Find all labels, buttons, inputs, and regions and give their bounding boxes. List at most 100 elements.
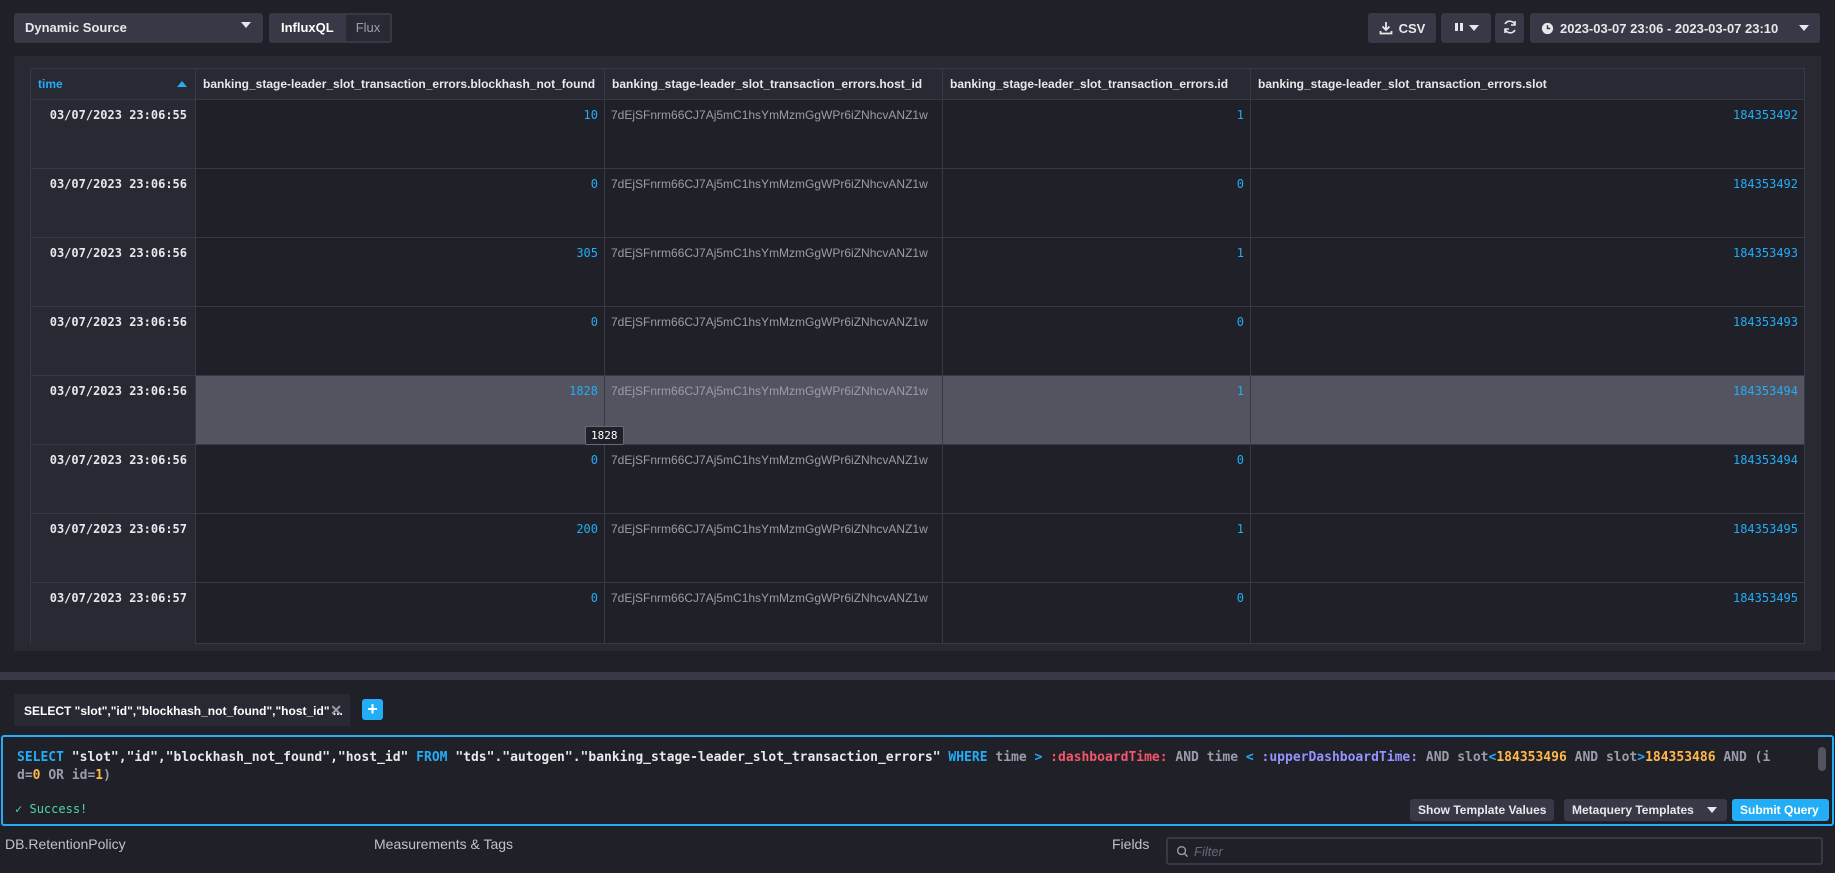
table-cell-id[interactable]: 0: [943, 445, 1251, 514]
cell-value-tooltip: 1828: [585, 426, 624, 445]
table-cell-host-id[interactable]: 7dEjSFnrm66CJ7Aj5mC1hsYmMzmGgWPr6iZNhcvA…: [605, 583, 943, 644]
op-gt: >: [1637, 750, 1646, 765]
table-cell-slot[interactable]: 184353494: [1251, 445, 1804, 514]
metaquery-templates-dropdown[interactable]: Metaquery Templates: [1564, 799, 1727, 821]
op-eq: =: [24, 768, 33, 783]
table-cell-blockhash-not-found[interactable]: 305: [196, 238, 605, 307]
tab-influxql[interactable]: InfluxQL: [269, 13, 346, 43]
template-var-upper-dashboard-time: :upperDashboardTime:: [1261, 750, 1419, 765]
table-cell-slot[interactable]: 184353494: [1251, 376, 1804, 445]
sort-ascending-icon: [177, 81, 187, 87]
tab-flux[interactable]: Flux: [345, 13, 393, 43]
measurement-name: "tds"."autogen"."banking_stage-leader_sl…: [455, 750, 941, 765]
results-panel: time banking_stage-leader_slot_transacti…: [14, 56, 1821, 651]
table-cell-blockhash-not-found[interactable]: 0: [196, 307, 605, 376]
kw-and: AND: [1574, 750, 1599, 765]
table-cell-time: 03/07/2023 23:06:56: [31, 307, 196, 376]
source-dropdown[interactable]: Dynamic Source: [14, 13, 263, 43]
results-table: time banking_stage-leader_slot_transacti…: [30, 68, 1805, 644]
kw-slot: slot: [1605, 750, 1638, 765]
table-cell-time: 03/07/2023 23:06:57: [31, 514, 196, 583]
table-cell-host-id[interactable]: 7dEjSFnrm66CJ7Aj5mC1hsYmMzmGgWPr6iZNhcvA…: [605, 100, 943, 169]
kw-slot: slot: [1457, 750, 1489, 765]
resize-handle[interactable]: [0, 672, 1835, 680]
table-cell-host-id[interactable]: 7dEjSFnrm66CJ7Aj5mC1hsYmMzmGgWPr6iZNhcvA…: [605, 238, 943, 307]
select-fields: "slot","id","blockhash_not_found","host_…: [71, 750, 409, 765]
kw-and: AND: [1425, 750, 1450, 765]
table-cell-id[interactable]: 0: [943, 307, 1251, 376]
column-header-blockhash-not-found[interactable]: banking_stage-leader_slot_transaction_er…: [196, 69, 605, 100]
editor-scrollbar[interactable]: [1818, 747, 1826, 771]
table-cell-host-id[interactable]: 7dEjSFnrm66CJ7Aj5mC1hsYmMzmGgWPr6iZNhcvA…: [605, 514, 943, 583]
table-cell-id[interactable]: 1: [943, 238, 1251, 307]
table-cell-time: 03/07/2023 23:06:56: [31, 376, 196, 445]
caret-down-icon: [1799, 25, 1809, 31]
table-cell-blockhash-not-found[interactable]: 0: [196, 445, 605, 514]
table-cell-host-id[interactable]: 7dEjSFnrm66CJ7Aj5mC1hsYmMzmGgWPr6iZNhcvA…: [605, 169, 943, 238]
num-literal: 184353496: [1496, 750, 1567, 765]
time-range-dropdown[interactable]: 2023-03-07 23:06 - 2023-03-07 23:10: [1530, 13, 1820, 43]
add-query-button[interactable]: +: [362, 699, 383, 720]
close-icon[interactable]: ✕: [330, 702, 342, 719]
table-cell-slot[interactable]: 184353493: [1251, 307, 1804, 376]
table-cell-id[interactable]: 1: [943, 100, 1251, 169]
query-language-toggle: InfluxQL Flux: [269, 13, 393, 43]
op-gt: >: [1034, 750, 1043, 765]
table-cell-slot[interactable]: 184353495: [1251, 583, 1804, 644]
table-cell-id[interactable]: 1: [943, 376, 1251, 445]
num-literal: 184353486: [1645, 750, 1716, 765]
table-cell-slot[interactable]: 184353492: [1251, 100, 1804, 169]
op-lt: <: [1245, 750, 1254, 765]
table-cell-host-id[interactable]: 7dEjSFnrm66CJ7Aj5mC1hsYmMzmGgWPr6iZNhcvA…: [605, 445, 943, 514]
table-cell-slot[interactable]: 184353492: [1251, 169, 1804, 238]
query-tab[interactable]: SELECT "slot","id","blockhash_not_found"…: [14, 694, 350, 726]
table-cell-blockhash-not-found[interactable]: 10: [196, 100, 605, 169]
clock-icon: [1541, 22, 1554, 35]
query-editor[interactable]: SELECT "slot","id","blockhash_not_found"…: [1, 735, 1834, 826]
kw-or: OR: [48, 768, 64, 783]
table-cell-time: 03/07/2023 23:06:56: [31, 238, 196, 307]
table-cell-id[interactable]: 0: [943, 169, 1251, 238]
fields-header: Fields: [1112, 836, 1150, 852]
autorefresh-pause-button[interactable]: [1441, 13, 1491, 43]
table-cell-slot[interactable]: 184353495: [1251, 514, 1804, 583]
table-cell-blockhash-not-found[interactable]: 1828: [196, 376, 605, 445]
table-cell-blockhash-not-found[interactable]: 0: [196, 169, 605, 238]
table-cell-host-id[interactable]: 7dEjSFnrm66CJ7Aj5mC1hsYmMzmGgWPr6iZNhcvA…: [605, 376, 943, 445]
table-cell-id[interactable]: 1: [943, 514, 1251, 583]
template-var-dashboard-time: :dashboardTime:: [1050, 750, 1168, 765]
time-range-label: 2023-03-07 23:06 - 2023-03-07 23:10: [1560, 20, 1779, 36]
submit-query-button[interactable]: Submit Query: [1732, 799, 1829, 821]
table-cell-host-id[interactable]: 7dEjSFnrm66CJ7Aj5mC1hsYmMzmGgWPr6iZNhcvA…: [605, 307, 943, 376]
kw-id: id: [71, 768, 88, 783]
table-cell-blockhash-not-found[interactable]: 200: [196, 514, 605, 583]
column-header-id[interactable]: banking_stage-leader_slot_transaction_er…: [943, 69, 1251, 100]
column-header-host-id[interactable]: banking_stage-leader_slot_transaction_er…: [605, 69, 943, 100]
caret-down-icon: [241, 22, 251, 28]
table-cell-time: 03/07/2023 23:06:55: [31, 100, 196, 169]
filter-input[interactable]: Filter: [1166, 837, 1823, 865]
num-literal: 1: [95, 768, 104, 783]
kw-and: AND: [1175, 750, 1199, 765]
table-cell-blockhash-not-found[interactable]: 0: [196, 583, 605, 644]
column-header-time[interactable]: time: [31, 69, 196, 100]
column-header-slot[interactable]: banking_stage-leader_slot_transaction_er…: [1251, 69, 1804, 100]
kw-select: SELECT: [17, 750, 64, 765]
kw-and: AND: [1723, 750, 1747, 765]
query-status-label: Success!: [29, 802, 88, 816]
query-text[interactable]: SELECT "slot","id","blockhash_not_found"…: [17, 749, 1777, 785]
table-cell-time: 03/07/2023 23:06:56: [31, 445, 196, 514]
source-dropdown-label: Dynamic Source: [25, 20, 127, 35]
column-header-label: time: [38, 77, 63, 91]
filter-placeholder: Filter: [1194, 844, 1223, 859]
check-icon: ✓: [15, 802, 23, 816]
kw-time: time: [995, 750, 1027, 765]
refresh-button[interactable]: [1495, 13, 1524, 43]
query-status: ✓ Success!: [15, 802, 87, 816]
table-cell-id[interactable]: 0: [943, 583, 1251, 644]
num-literal: 0: [32, 768, 41, 783]
show-template-values-button[interactable]: Show Template Values: [1410, 799, 1555, 821]
table-cell-slot[interactable]: 184353493: [1251, 238, 1804, 307]
pause-icon: [1453, 21, 1465, 36]
csv-download-button[interactable]: CSV: [1368, 13, 1436, 43]
